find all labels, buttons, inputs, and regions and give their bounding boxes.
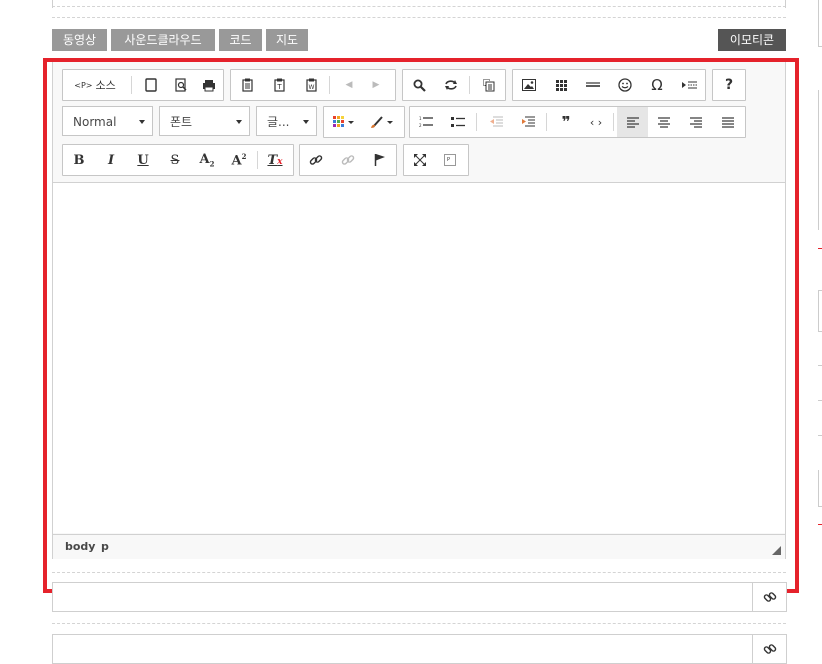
link-input-1[interactable]	[52, 582, 754, 612]
tab-video[interactable]: 동영상	[52, 29, 107, 51]
link-button-1[interactable]	[752, 582, 787, 612]
link-icon	[763, 644, 776, 654]
tab-code[interactable]: 코드	[219, 29, 262, 51]
tab-map[interactable]: 지도	[266, 29, 308, 51]
tab-divider	[52, 17, 786, 18]
right-border-top	[785, 0, 786, 8]
field-divider-2	[52, 623, 786, 624]
field-divider	[52, 572, 786, 573]
link-button-2[interactable]	[752, 634, 787, 664]
tab-soundcloud[interactable]: 사운드클라우드	[111, 29, 215, 51]
top-divider	[52, 6, 786, 7]
link-input-2[interactable]	[52, 634, 754, 664]
highlight-outline	[43, 58, 799, 593]
side-panel-edge	[818, 0, 822, 650]
left-border-top	[52, 0, 53, 8]
link-icon	[763, 592, 776, 602]
emoticon-button[interactable]: 이모티콘	[718, 29, 786, 51]
